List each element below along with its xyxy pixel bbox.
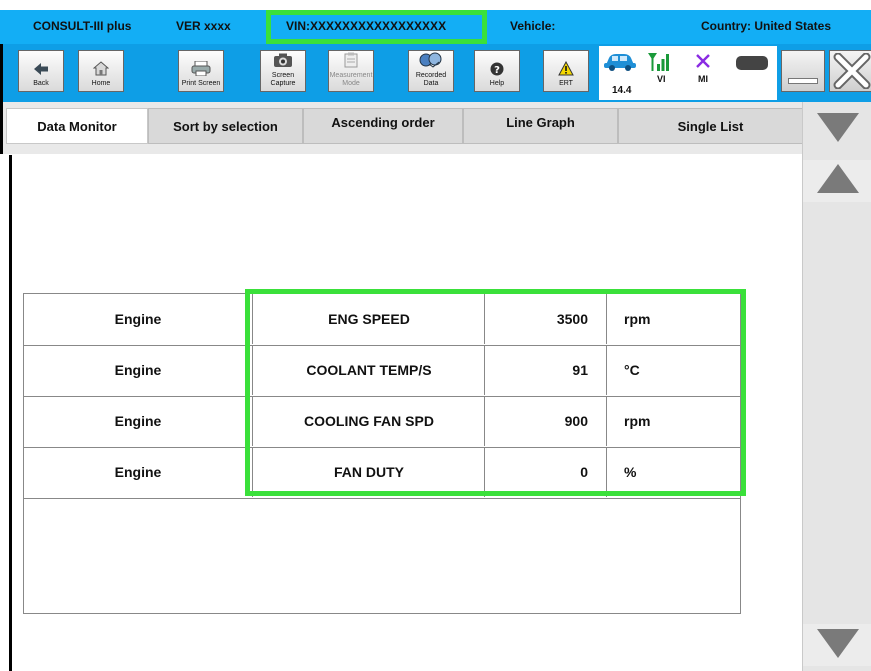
scrollbar[interactable]	[802, 102, 871, 671]
status-panel: 14.4 VI MI	[599, 46, 777, 100]
system-cell: Engine	[114, 311, 162, 327]
help-button[interactable]: ? Help	[474, 50, 520, 92]
app-name: CONSULT-III plus	[33, 19, 132, 33]
help-icon: ?	[490, 62, 504, 80]
vi-label: VI	[657, 74, 666, 84]
close-icon	[833, 52, 871, 94]
camera-icon	[273, 53, 293, 72]
tab-ascending-order[interactable]: Ascending order	[303, 108, 463, 144]
system-cell: Engine	[114, 413, 162, 429]
mi-label: MI	[698, 74, 708, 84]
screen-capture-button[interactable]: Screen Capture	[260, 50, 306, 92]
selected-items-highlight-box	[245, 289, 746, 496]
vehicle-label: Vehicle:	[510, 19, 556, 33]
tab-label: Ascending order	[331, 115, 435, 130]
minimize-icon	[788, 78, 818, 84]
ert-button-label: ERT	[559, 80, 573, 87]
measurement-mode-label: Measurement Mode	[329, 72, 373, 87]
back-arrow-icon	[33, 62, 49, 80]
printer-icon	[191, 60, 211, 80]
home-icon	[92, 61, 110, 80]
system-cell: Engine	[114, 362, 162, 378]
mi-disconnected-icon	[696, 54, 710, 73]
help-button-label: Help	[489, 80, 505, 87]
vehicle-connection-icon	[603, 52, 637, 77]
battery-voltage: 14.4	[612, 85, 632, 96]
screen-capture-label: Screen Capture	[270, 72, 296, 87]
home-button-label: Home	[91, 80, 111, 87]
scroll-up-button[interactable]	[803, 160, 871, 202]
measurement-mode-button[interactable]: Measurement Mode	[328, 50, 374, 92]
home-button[interactable]: Home	[78, 50, 124, 92]
back-button-label: Back	[33, 80, 49, 87]
recorded-data-icon	[419, 52, 443, 72]
triangle-down-icon	[815, 110, 861, 149]
close-button[interactable]	[829, 50, 871, 92]
tab-data-monitor[interactable]: Data Monitor	[6, 108, 148, 144]
minimize-button[interactable]	[781, 50, 825, 92]
triangle-up-icon	[815, 162, 861, 201]
device-status-icon	[736, 56, 768, 75]
scroll-down-button[interactable]	[803, 624, 871, 666]
tab-label: Line Graph	[506, 115, 575, 130]
warning-icon	[558, 60, 574, 80]
vin-highlight-box	[266, 10, 487, 44]
tab-label: Sort by selection	[173, 119, 278, 134]
tab-label: Data Monitor	[37, 119, 117, 134]
tab-sort-by-selection[interactable]: Sort by selection	[148, 108, 303, 144]
toolbar: Back Home Print Screen Screen Capture Me…	[0, 44, 871, 102]
tab-single-list[interactable]: Single List	[618, 108, 803, 144]
recorded-data-button[interactable]: Recorded Data	[408, 50, 454, 92]
version-label: VER xxxx	[176, 19, 231, 33]
print-screen-button[interactable]: Print Screen	[178, 50, 224, 92]
print-screen-label: Print Screen	[181, 80, 221, 87]
scroll-page-down-button[interactable]	[803, 108, 871, 150]
recorded-data-label: Recorded Data	[415, 72, 447, 87]
svg-text:?: ?	[494, 65, 500, 76]
country-label: Country: United States	[701, 19, 832, 33]
system-cell: Engine	[114, 464, 162, 480]
ert-button[interactable]: ERT	[543, 50, 589, 92]
tab-bar: Data Monitor Sort by selection Ascending…	[0, 102, 871, 154]
tab-label: Single List	[677, 119, 744, 134]
triangle-down-icon	[815, 626, 861, 665]
back-button[interactable]: Back	[18, 50, 64, 92]
tab-line-graph[interactable]: Line Graph	[463, 108, 618, 144]
clipboard-icon	[344, 52, 358, 72]
